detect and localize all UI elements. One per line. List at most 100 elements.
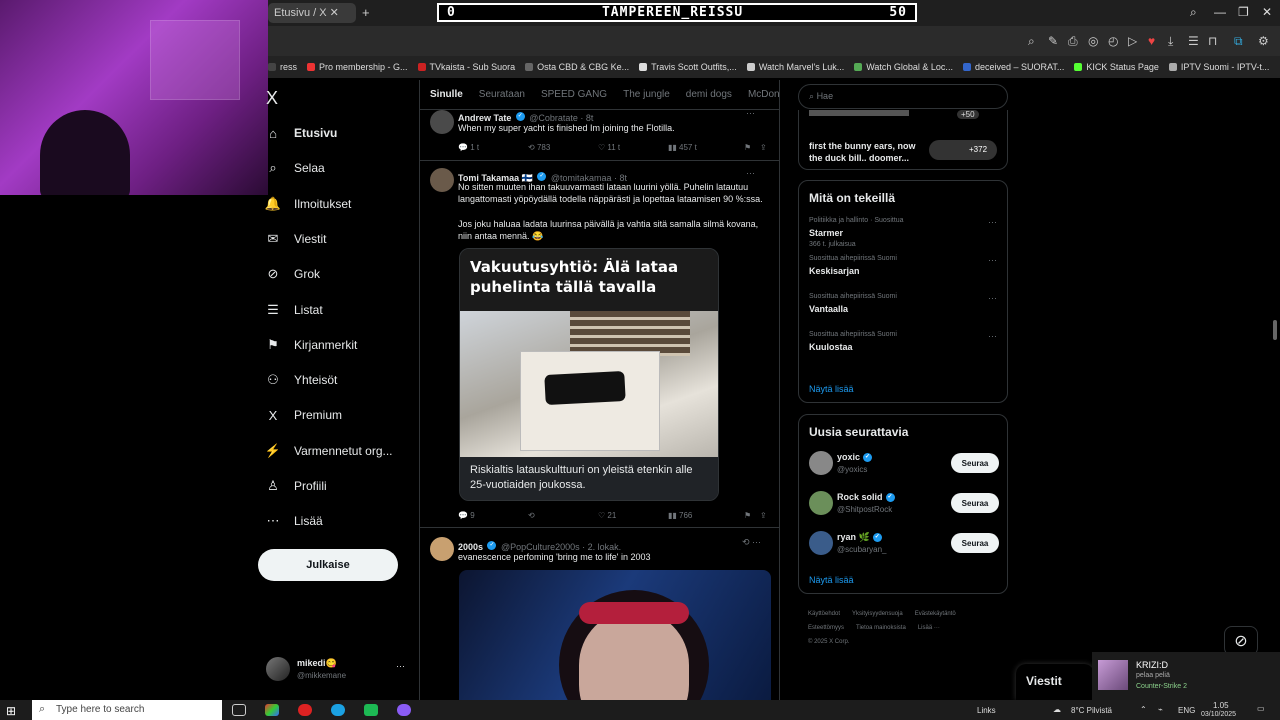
search-input[interactable]: ⌕ Hae (798, 84, 1008, 109)
avatar[interactable] (809, 451, 833, 475)
more-icon[interactable]: ··· (988, 293, 997, 303)
task-view-icon[interactable] (232, 704, 246, 716)
settings-icon[interactable]: ⚙ (1258, 34, 1269, 48)
follow-name[interactable]: yoxic ✓ (837, 452, 873, 463)
follow-button[interactable]: Seuraa (951, 453, 999, 473)
nav-item-communities[interactable]: ⚇ Yhteisöt (266, 372, 337, 387)
browser-tab[interactable]: Etusivu / X ✕ (268, 3, 356, 23)
link-card[interactable]: Vakuutusyhtiö: Älä lataa puhelinta tällä… (459, 248, 719, 501)
footer-link[interactable]: © 2025 X Corp. (808, 639, 849, 645)
nav-item-grok[interactable]: ⊘ Grok (266, 266, 320, 281)
space-title[interactable]: first the bunny ears, now the duck bill.… (809, 140, 924, 164)
nav-item-home[interactable]: ⌂ Etusivu (266, 126, 337, 141)
feed-tab[interactable]: Seurataan (479, 89, 525, 100)
feed-tab[interactable]: The jungle (623, 89, 670, 100)
show-more-link[interactable]: Näytä lisää (809, 575, 854, 585)
post-button[interactable]: Julkaise (258, 549, 398, 581)
opera-icon[interactable] (298, 704, 312, 716)
more-icon[interactable]: ⟲ ··· (742, 537, 761, 548)
bookmark-icon[interactable]: ⚑ (744, 143, 751, 152)
share-icon[interactable]: ⇪ (760, 143, 767, 152)
bookmark-item[interactable]: IPTV Suomi - IPTV-t... (1168, 62, 1269, 72)
app-icon[interactable] (364, 704, 378, 716)
page-scrollbar[interactable] (1270, 80, 1280, 700)
footer-link[interactable]: Käyttöehdot (808, 611, 840, 617)
menu-icon[interactable]: ☰ (1188, 34, 1199, 48)
steam-notification[interactable]: KRIZI:D pelaa peliä Counter-Strike 2 (1092, 652, 1280, 700)
heart-icon[interactable]: ♥ (1148, 34, 1155, 48)
extension-icon[interactable]: ⧉ (1234, 34, 1243, 49)
footer-link[interactable]: Lisää ··· (918, 625, 940, 631)
more-icon[interactable]: ··· (988, 217, 997, 227)
nav-item-premium[interactable]: X Premium (266, 408, 342, 423)
camera-icon[interactable]: ⎙ (1068, 34, 1078, 49)
links-toolbar[interactable]: Links (977, 706, 996, 715)
bookmark-item[interactable]: Watch Marvel's Luk... (746, 62, 844, 72)
nav-item-more[interactable]: ⋯ Lisää (266, 513, 323, 528)
edge-icon[interactable] (331, 704, 345, 716)
search-icon[interactable]: ⌕ (1190, 5, 1197, 20)
retweet-button[interactable]: ⟲ (528, 511, 535, 520)
nav-item-messages[interactable]: ✉ Viestit (266, 231, 327, 246)
tweet[interactable]: Andrew Tate ✓ @Cobratate · 8t ··· When m… (420, 108, 779, 161)
trend-name[interactable]: Keskisarjan (809, 266, 860, 276)
follow-name[interactable]: Rock solid ✓ (837, 492, 895, 503)
bookmark-item[interactable]: KICK Status Page (1074, 62, 1159, 72)
download-icon[interactable]: ⤓ (1168, 34, 1173, 49)
minimize-icon[interactable]: — (1214, 5, 1226, 19)
trend-name[interactable]: Kuulostaa (809, 342, 853, 352)
like-button[interactable]: ♡ 21 (598, 511, 616, 520)
reply-button[interactable]: 💬 9 (458, 511, 475, 520)
footer-link[interactable]: Evästekäytäntö (915, 611, 956, 617)
clock-time[interactable]: 1.05 (1213, 701, 1229, 710)
network-icon[interactable]: ⌁ (1158, 705, 1163, 714)
follow-button[interactable]: Seuraa (951, 493, 999, 513)
feed-tab[interactable]: Sinulle (430, 89, 463, 100)
like-button[interactable]: ♡ 11 t (598, 143, 620, 152)
views-button[interactable]: ▮▮ 766 (668, 511, 692, 520)
close-icon[interactable]: ✕ (1262, 5, 1272, 19)
maximize-icon[interactable]: ❐ (1238, 5, 1249, 19)
trend-name[interactable]: Starmer (809, 228, 843, 238)
bookmark-item[interactable]: TVkaista - Sub Suora (417, 62, 515, 72)
clock-icon[interactable]: ◴ (1108, 34, 1118, 48)
windows-start-icon[interactable]: ⊞ (6, 704, 16, 718)
weather-text[interactable]: 8°C Pilvistä (1071, 706, 1112, 715)
messages-drawer[interactable]: Viestit (1016, 664, 1094, 700)
feed-tab[interactable]: demi dogs (686, 89, 732, 100)
bookmark-item[interactable]: deceived – SUORAT... (962, 62, 1064, 72)
more-icon[interactable]: ··· (746, 108, 755, 118)
scrollbar-thumb[interactable] (1273, 320, 1277, 340)
taskbar-search-input[interactable]: ⌕ Type here to search (32, 700, 222, 720)
nav-item-bookmarks[interactable]: ⚑ Kirjanmerkit (266, 337, 357, 352)
clock-date[interactable]: 03/10/2025 (1201, 711, 1236, 718)
share-icon[interactable]: ⇪ (760, 511, 767, 520)
discord-icon[interactable] (397, 704, 411, 716)
nav-item-profile[interactable]: ♙ Profiili (266, 478, 327, 493)
footer-link[interactable]: Esteettömyys (808, 625, 844, 631)
more-icon[interactable]: ··· (746, 168, 755, 178)
follow-name[interactable]: ryan 🌿 ✓ (837, 532, 882, 543)
avatar[interactable] (809, 531, 833, 555)
chrome-icon[interactable] (265, 704, 279, 716)
nav-item-lists[interactable]: ☰ Listat (266, 302, 323, 317)
more-icon[interactable]: ··· (988, 331, 997, 341)
bookmark-item[interactable]: Travis Scott Outfits,... (639, 62, 737, 72)
nav-item-explore[interactable]: ⌕ Selaa (266, 160, 324, 175)
new-tab-button[interactable]: + (362, 5, 370, 20)
bookmark-icon[interactable]: ⚑ (744, 511, 751, 520)
account-switcher[interactable]: mikedi😋 @mikkemane ··· (266, 655, 416, 687)
retweet-button[interactable]: ⟲ 783 (528, 143, 550, 152)
views-button[interactable]: ▮▮ 457 t (668, 143, 697, 152)
search-icon[interactable]: ⌕ (1028, 34, 1035, 49)
more-icon[interactable]: ··· (396, 661, 405, 671)
notification-center-icon[interactable]: ▭ (1257, 704, 1265, 713)
play-icon[interactable]: ▷ (1128, 34, 1137, 48)
bookmark-item[interactable]: Osta CBD & CBG Ke... (525, 62, 629, 72)
shield-icon[interactable]: ◎ (1088, 34, 1098, 48)
follow-button[interactable]: Seuraa (951, 533, 999, 553)
feed-tab[interactable]: SPEED GANG (541, 89, 607, 100)
more-icon[interactable]: ··· (988, 255, 997, 265)
show-more-link[interactable]: Näytä lisää (809, 384, 854, 394)
footer-link[interactable]: Tietoa mainoksista (856, 625, 906, 631)
